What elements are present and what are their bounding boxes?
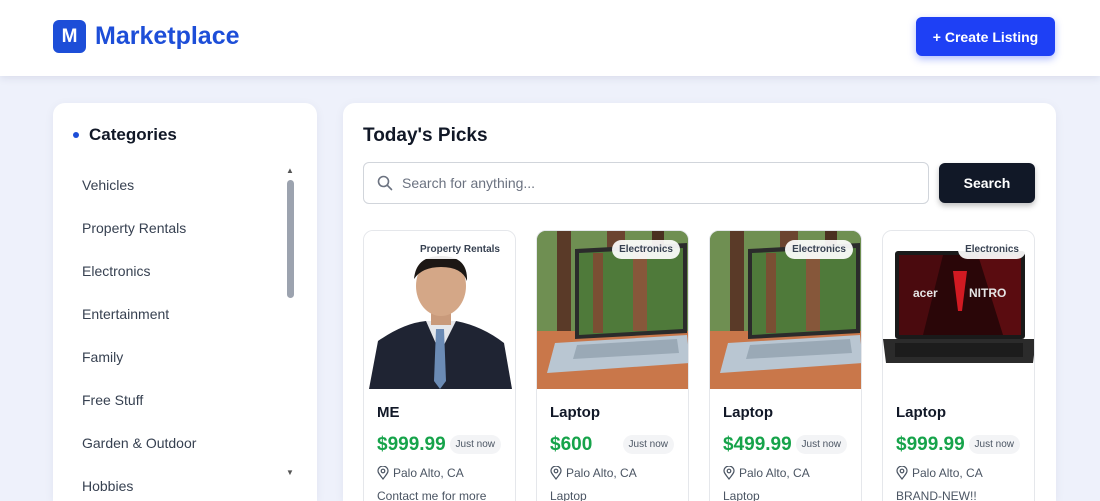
logo-letter: M — [61, 25, 78, 47]
listing-description: BRAND-NEW!! — [896, 489, 977, 501]
search-icon — [377, 175, 393, 191]
listing-title[interactable]: Laptop — [896, 404, 946, 421]
time-badge: Just now — [622, 435, 674, 454]
location-pin-icon — [896, 466, 908, 480]
main-panel: Today's Picks Search Property Rentals ME… — [343, 103, 1056, 501]
listing-price: $999.99 — [896, 434, 965, 455]
listing-price: $499.99 — [723, 434, 792, 455]
category-item-garden-outdoor[interactable]: Garden & Outdoor — [82, 433, 302, 476]
listing-image[interactable]: Electronics — [537, 231, 688, 389]
logo[interactable]: M — [53, 20, 86, 53]
search-input[interactable] — [402, 163, 922, 203]
app-title[interactable]: Marketplace — [95, 21, 240, 51]
listing-title[interactable]: Laptop — [550, 404, 600, 421]
listing-image[interactable]: Electronics — [710, 231, 861, 389]
svg-text:acer: acer — [913, 286, 938, 300]
location-pin-icon — [550, 466, 562, 480]
category-item-electronics[interactable]: Electronics — [82, 261, 302, 304]
category-item-vehicles[interactable]: Vehicles — [82, 175, 302, 218]
listing-title[interactable]: Laptop — [723, 404, 773, 421]
time-badge: Just now — [449, 435, 501, 454]
bullet-icon — [73, 132, 79, 138]
location-pin-icon — [723, 466, 735, 480]
listing-location: Palo Alto, CA — [912, 466, 983, 480]
listing-location: Palo Alto, CA — [566, 466, 637, 480]
category-item-property-rentals[interactable]: Property Rentals — [82, 218, 302, 261]
search-button[interactable]: Search — [939, 163, 1035, 203]
listing-title[interactable]: ME — [377, 404, 400, 421]
listing-card[interactable]: Electronics Laptop $600 Just now Palo Al… — [536, 230, 689, 501]
search-box — [363, 162, 929, 204]
sidebar-title: Categories — [89, 125, 177, 144]
category-item-free-stuff[interactable]: Free Stuff — [82, 390, 302, 433]
listing-description: Contact me for more — [377, 489, 487, 501]
scroll-up-arrow-icon[interactable]: ▲ — [286, 167, 294, 175]
listing-image[interactable]: acer NITRO Electronics — [883, 231, 1034, 389]
listing-image[interactable]: Property Rentals — [364, 231, 515, 389]
time-badge: Just now — [968, 435, 1020, 454]
listing-price: $600 — [550, 434, 593, 455]
listing-description: Laptop — [550, 489, 587, 501]
category-badge: Electronics — [958, 240, 1026, 259]
category-item-family[interactable]: Family — [82, 347, 302, 390]
category-item-hobbies[interactable]: Hobbies — [82, 476, 302, 501]
create-listing-button[interactable]: + Create Listing — [916, 17, 1055, 56]
location-pin-icon — [377, 466, 389, 480]
listing-location: Palo Alto, CA — [739, 466, 810, 480]
category-list: Vehicles Property Rentals Electronics En… — [82, 175, 302, 501]
listing-description: Laptop — [723, 489, 760, 501]
listing-card[interactable]: Property Rentals ME $999.99 Just now Pal… — [363, 230, 516, 501]
category-badge: Property Rentals — [412, 240, 507, 259]
time-badge: Just now — [795, 435, 847, 454]
category-item-entertainment[interactable]: Entertainment — [82, 304, 302, 347]
category-badge: Electronics — [785, 240, 853, 259]
top-bar: M Marketplace + Create Listing — [0, 0, 1100, 76]
listing-price: $999.99 — [377, 434, 446, 455]
listing-card[interactable]: Electronics Laptop $499.99 Just now Palo… — [709, 230, 862, 501]
page-title: Today's Picks — [363, 125, 488, 146]
listing-location: Palo Alto, CA — [393, 466, 464, 480]
svg-text:NITRO: NITRO — [969, 286, 1006, 300]
category-badge: Electronics — [612, 240, 680, 259]
listing-card[interactable]: acer NITRO Electronics Laptop $999.99 Ju… — [882, 230, 1035, 501]
categories-sidebar: Categories ▲ ▼ Vehicles Property Rentals… — [53, 103, 317, 501]
